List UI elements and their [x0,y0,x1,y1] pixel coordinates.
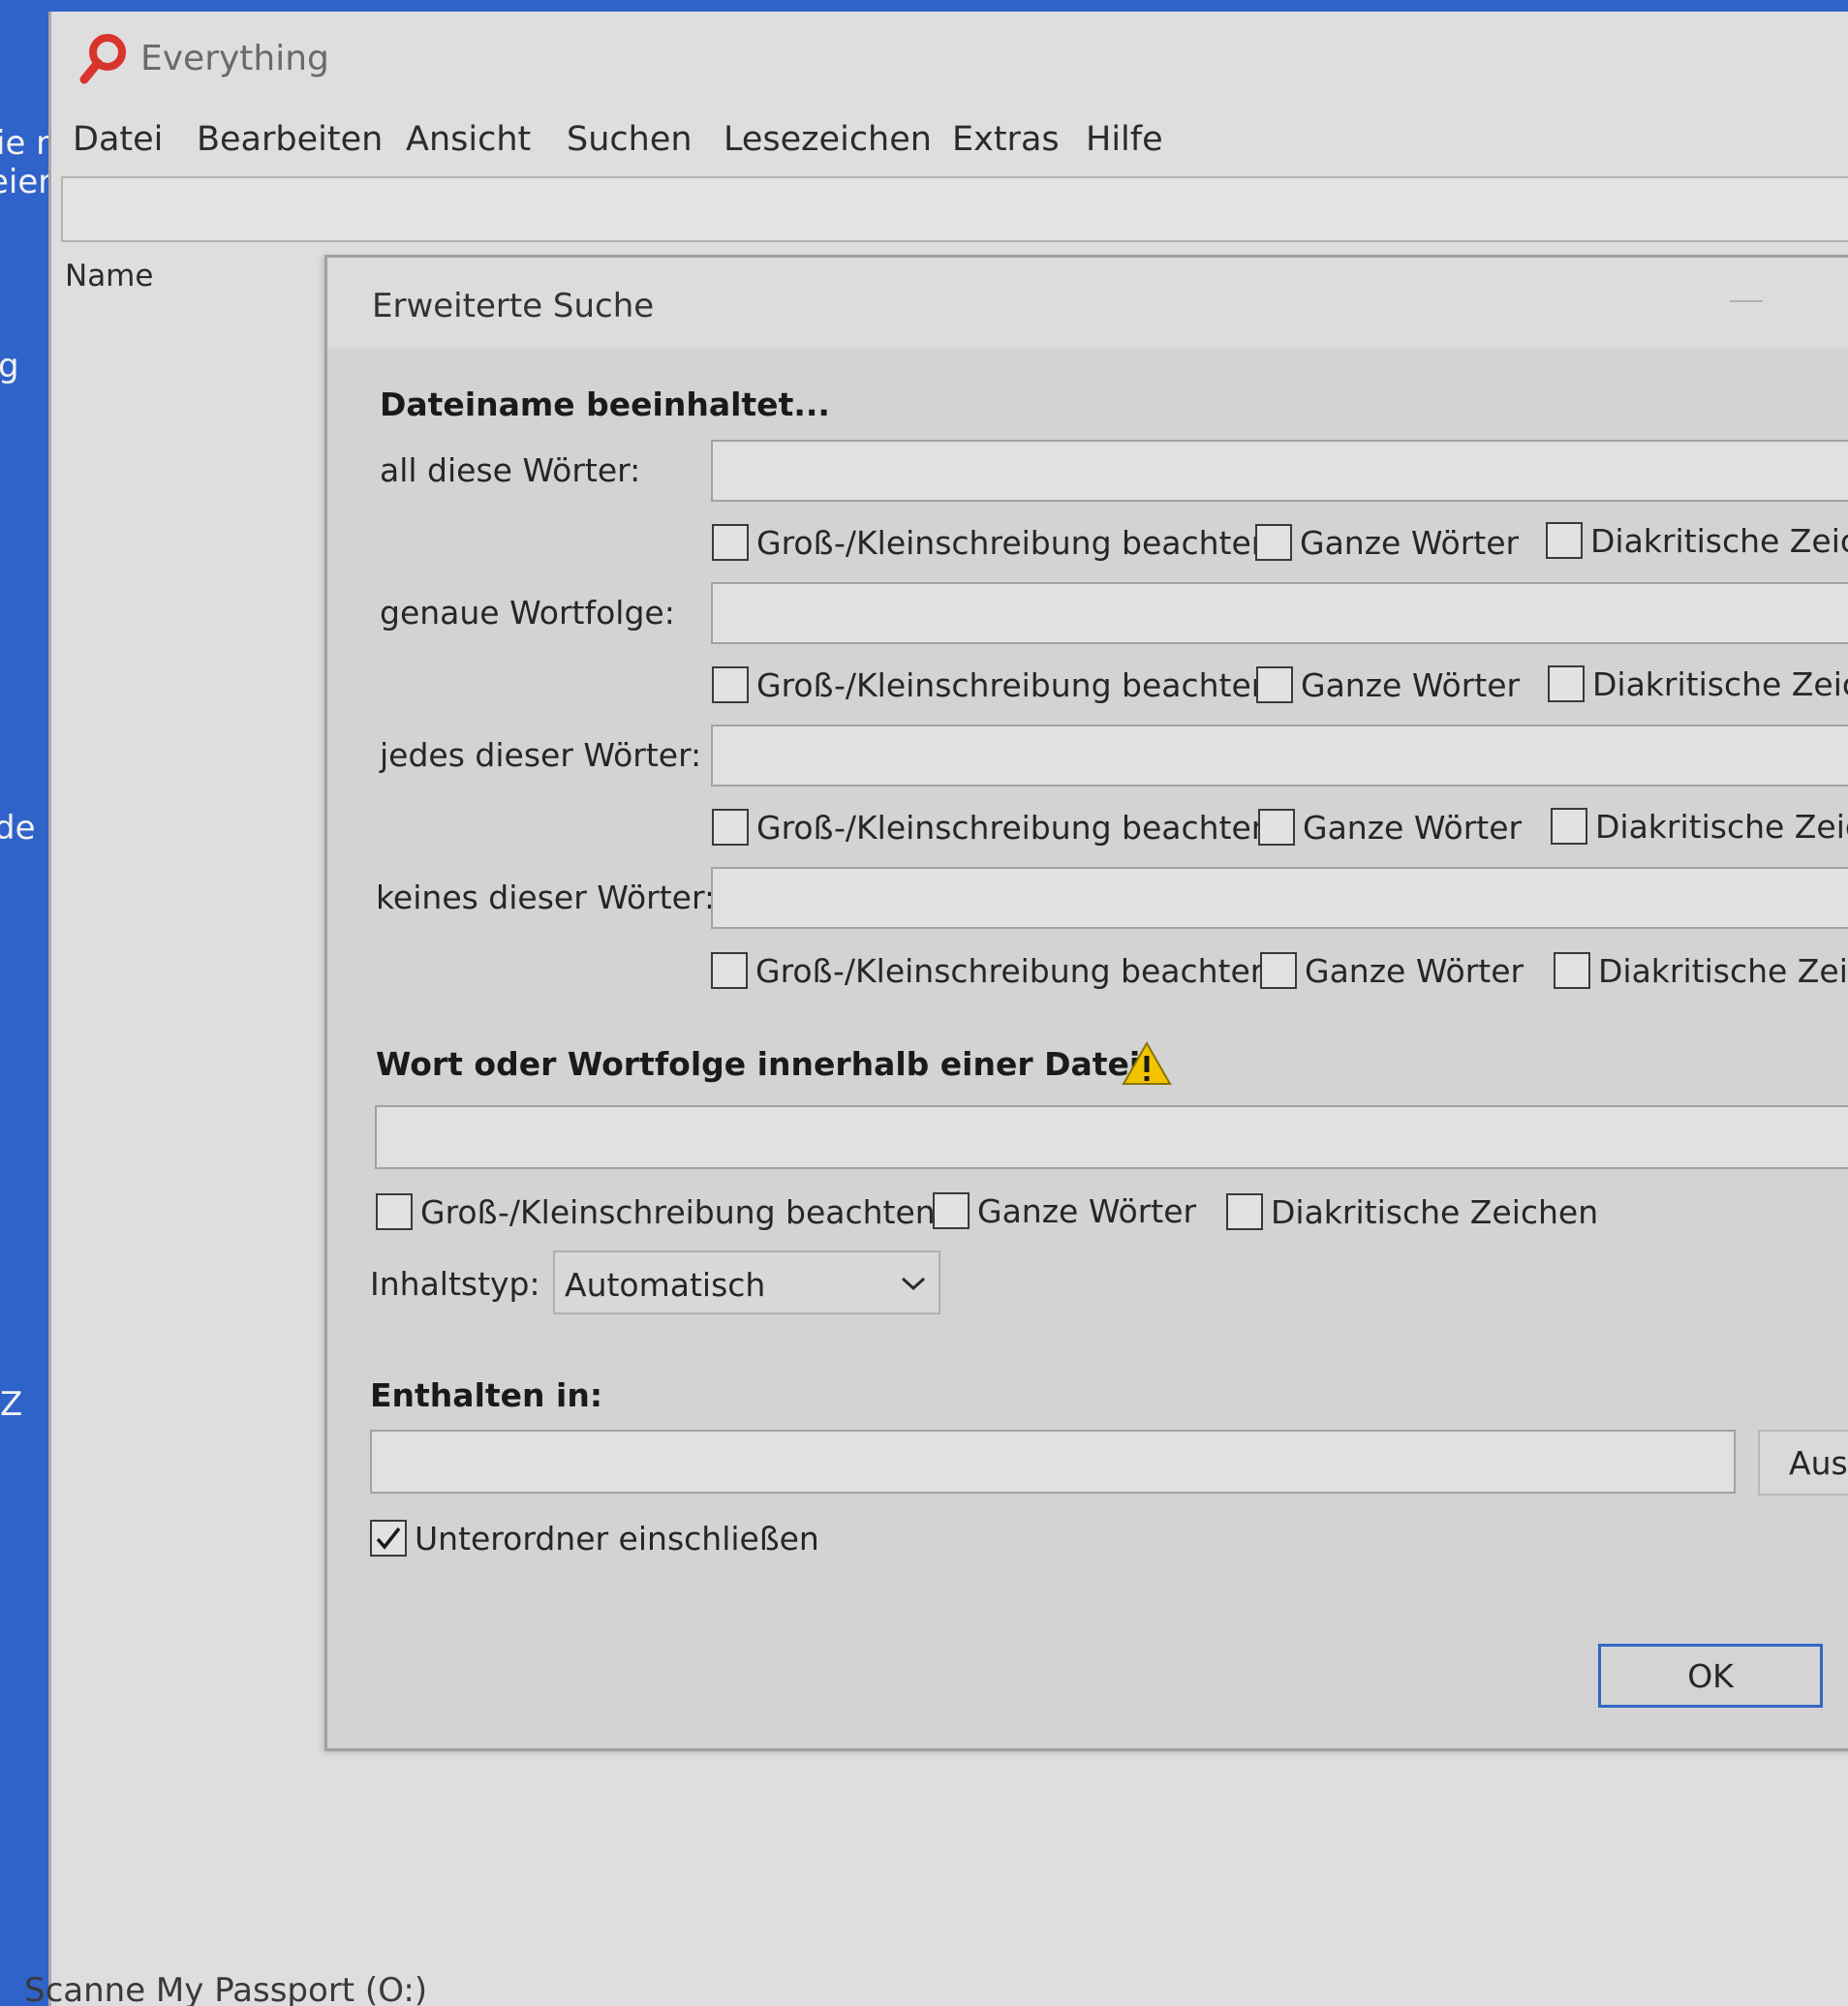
exact-phrase-label: genaue Wortfolge: [380,594,675,632]
checkbox-box[interactable] [933,1192,970,1229]
checkbox-label: Ganze Wörter [1300,523,1520,562]
all-words-case-checkbox[interactable]: Groß-/Kleinschreibung beachten [712,521,1272,564]
everything-magnifier-icon [79,34,126,84]
checkbox-box[interactable] [1258,809,1295,846]
all-words-whole-checkbox[interactable]: Ganze Wörter [1255,521,1519,564]
all-words-label: all diese Wörter: [380,451,641,489]
checkbox-box[interactable] [1260,952,1297,989]
checkbox-label: Diakritische Zeichen [1271,1192,1599,1231]
checkbox-label: Groß-/Kleinschreibung beachten [756,665,1272,704]
main-search-input[interactable] [61,176,1848,242]
checkbox-label: Unterordner einschließen [415,1519,819,1558]
checkbox-label: Diakritische Zeiche [1590,521,1848,560]
checkbox-label: Diakritische Zeich [1595,807,1848,846]
checkbox-box[interactable] [712,666,749,703]
checkmark-icon [376,1527,401,1550]
location-section-heading: Enthalten in: [370,1376,603,1414]
checkbox-box[interactable] [1551,808,1587,845]
content-diacritics-checkbox[interactable]: Diakritische Zeichen [1226,1190,1598,1233]
checkbox-label: Groß-/Kleinschreibung beachten [756,523,1272,562]
browse-button[interactable]: Aus [1758,1430,1848,1496]
exact-phrase-case-checkbox[interactable]: Groß-/Kleinschreibung beachten [712,664,1272,706]
all-words-diacritics-checkbox[interactable]: Diakritische Zeiche [1546,519,1848,562]
none-words-diacritics-checkbox[interactable]: Diakritische Zeich [1554,949,1848,992]
exact-phrase-whole-checkbox[interactable]: Ganze Wörter [1256,664,1520,706]
menu-datei[interactable]: Datei [73,120,163,159]
checkbox-label: Diakritische Zeich [1598,951,1848,990]
title-bar[interactable]: Everything [51,12,1848,108]
any-words-whole-checkbox[interactable]: Ganze Wörter [1258,806,1522,849]
checkbox-box[interactable] [1255,524,1292,561]
ok-button[interactable]: OK [1598,1644,1823,1708]
content-search-input[interactable] [375,1105,1848,1169]
menu-suchen[interactable]: Suchen [567,120,693,159]
app-title: Everything [140,39,329,78]
checkbox-label: Ganze Wörter [1303,808,1523,847]
menu-bar: Datei Bearbeiten Ansicht Suchen Lesezeic… [51,108,1848,167]
checkbox-box[interactable] [1256,666,1293,703]
checkbox-box[interactable] [711,952,748,989]
location-input[interactable] [370,1430,1736,1494]
any-words-input[interactable] [711,725,1848,787]
checkbox-label: Groß-/Kleinschreibung beachten [420,1192,936,1231]
content-type-label: Inhaltstyp: [370,1265,540,1303]
none-words-label: keines dieser Wörter: [376,879,716,916]
checkbox-box[interactable] [1548,665,1585,702]
checkbox-box[interactable] [1226,1193,1263,1230]
warning-icon[interactable] [1122,1040,1172,1087]
menu-lesezeichen[interactable]: Lesezeichen [724,120,932,159]
checkbox-label: Ganze Wörter [977,1191,1197,1230]
checkbox-label: Ganze Wörter [1305,951,1525,990]
checkbox-box[interactable] [370,1520,407,1557]
filename-section-heading: Dateiname beeinhaltet... [380,386,830,423]
checkbox-label: Diakritische Zeich [1592,664,1848,703]
checkbox-box[interactable] [1546,522,1583,559]
content-case-checkbox[interactable]: Groß-/Kleinschreibung beachten [376,1190,936,1233]
dialog-title-bar[interactable]: Erweiterte Suche [327,258,1848,349]
content-whole-checkbox[interactable]: Ganze Wörter [933,1189,1196,1232]
desktop-label-fragment: g [0,347,19,386]
checkbox-box[interactable] [712,809,749,846]
include-subfolders-checkbox[interactable]: Unterordner einschließen [370,1517,819,1559]
checkbox-label: Groß-/Kleinschreibung beachten [755,951,1271,990]
chevron-down-icon [901,1277,926,1291]
desktop-label-fragment: de [0,809,36,848]
any-words-diacritics-checkbox[interactable]: Diakritische Zeich [1551,805,1848,848]
advanced-search-dialog: Erweiterte Suche Dateiname beeinhaltet..… [324,255,1848,1751]
content-type-value: Automatisch [565,1266,766,1304]
none-words-case-checkbox[interactable]: Groß-/Kleinschreibung beachten [711,949,1271,992]
menu-ansicht[interactable]: Ansicht [406,120,531,159]
content-type-select[interactable]: Automatisch [553,1250,940,1314]
none-words-whole-checkbox[interactable]: Ganze Wörter [1260,949,1524,992]
none-words-input[interactable] [711,867,1848,929]
dialog-title: Erweiterte Suche [372,287,655,325]
exact-phrase-input[interactable] [711,582,1848,644]
menu-extras[interactable]: Extras [952,120,1060,159]
exact-phrase-diacritics-checkbox[interactable]: Diakritische Zeich [1548,663,1848,705]
menu-bearbeiten[interactable]: Bearbeiten [197,120,383,159]
checkbox-box[interactable] [712,524,749,561]
content-section-heading: Wort oder Wortfolge innerhalb einer Date… [376,1045,1154,1083]
any-words-case-checkbox[interactable]: Groß-/Kleinschreibung beachten [712,806,1272,849]
status-bar-text: Scanne My Passport (O:) [24,1971,428,2006]
any-words-label: jedes dieser Wörter: [380,736,702,774]
menu-hilfe[interactable]: Hilfe [1086,120,1163,159]
checkbox-box[interactable] [376,1193,413,1230]
desktop-label-fragment: Z [0,1385,23,1424]
checkbox-label: Groß-/Kleinschreibung beachten [756,808,1272,847]
checkbox-box[interactable] [1554,952,1590,989]
checkbox-label: Ganze Wörter [1301,665,1521,704]
column-header-name[interactable]: Name [65,259,153,293]
all-words-input[interactable] [711,440,1848,502]
minimize-icon[interactable] [1730,300,1763,302]
